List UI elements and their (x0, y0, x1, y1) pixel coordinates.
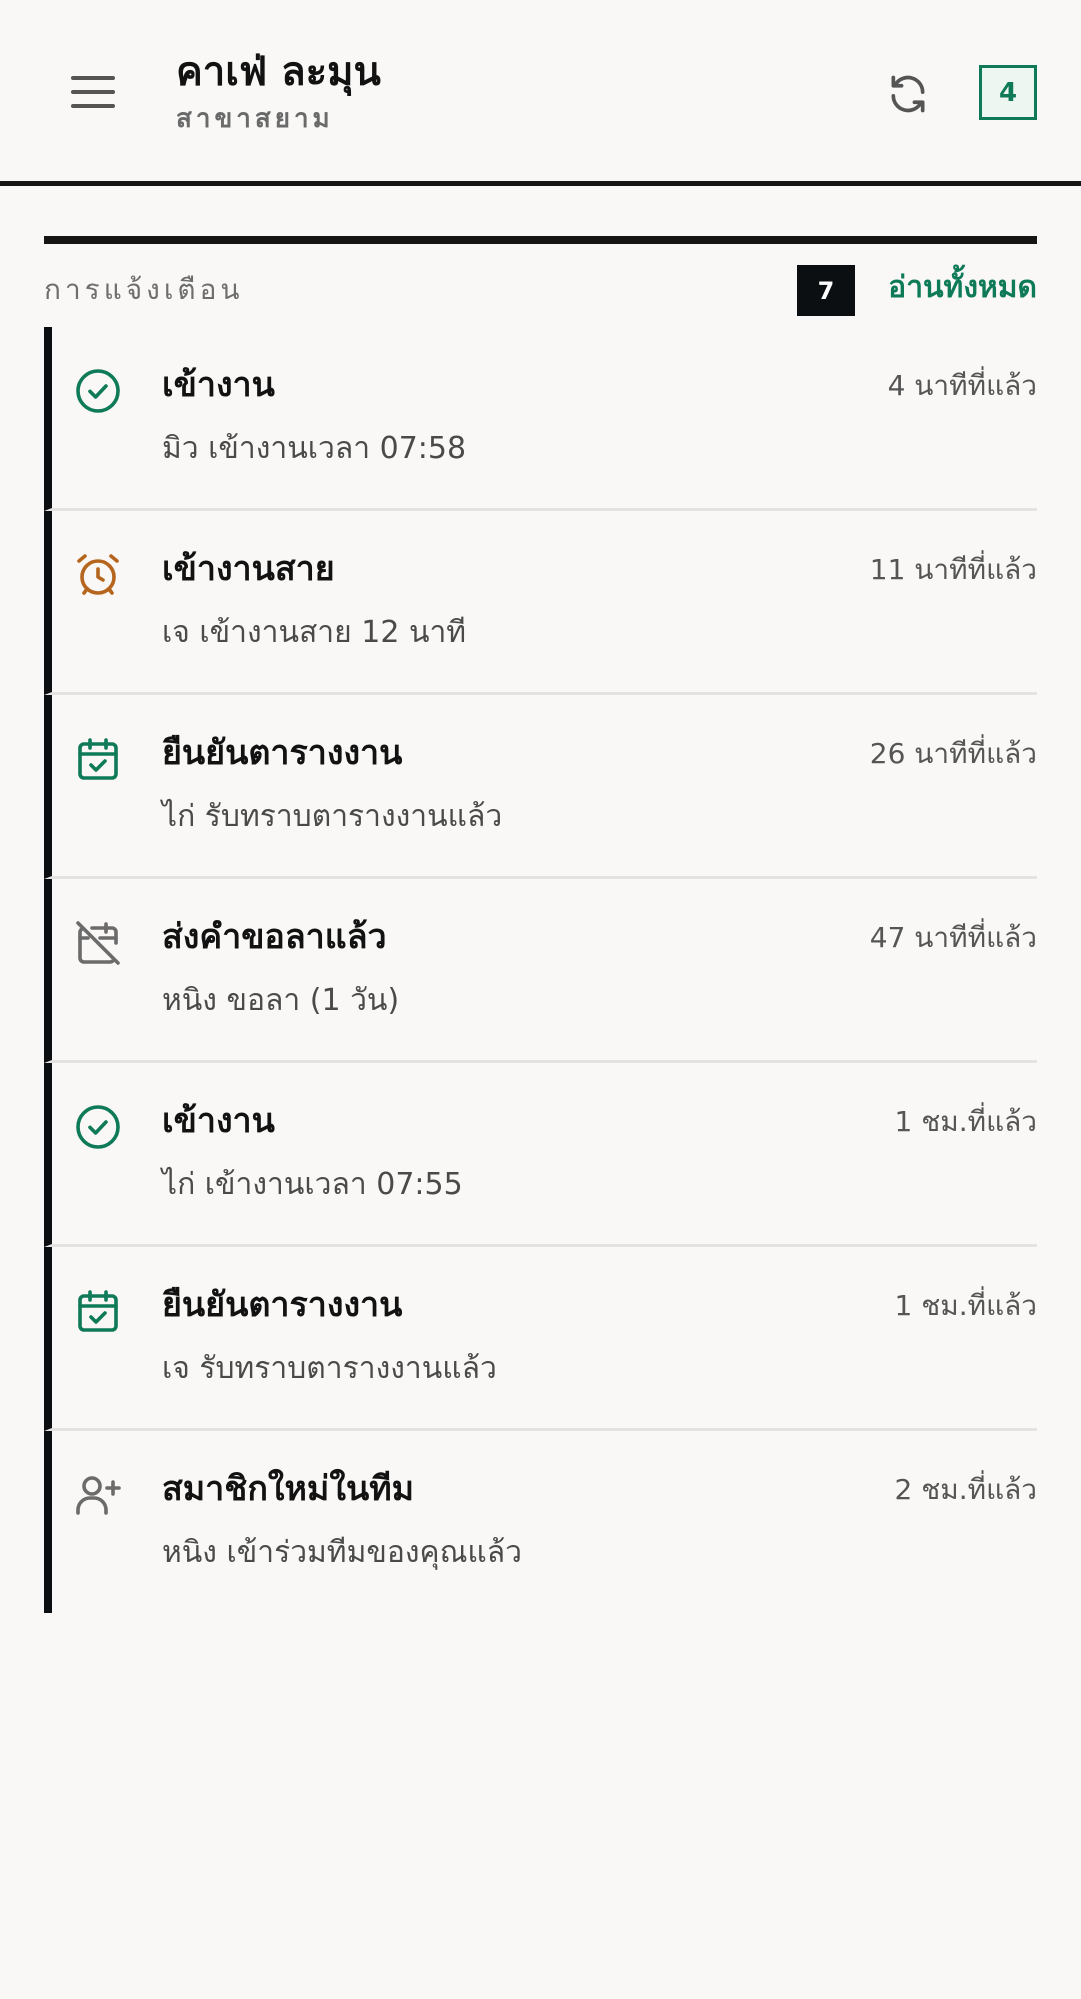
section-label: การแจ้งเตือน (44, 273, 244, 306)
notification-description: ไก่ เข้างานเวลา 07:55 (162, 1167, 463, 1202)
app-header: คาเฟ่ ละมุน สาขาสยาม 4 (0, 0, 1081, 186)
notification-item[interactable]: ส่งคำขอลาแล้ว 47 นาทีที่แล้ว หนิง ขอลา (… (44, 879, 1037, 1063)
calendar-off-icon (72, 917, 124, 969)
notification-title: สมาชิกใหม่ในทีม (162, 1469, 415, 1509)
notification-title: ยืนยันตารางงาน (162, 733, 403, 773)
notification-title: เข้างาน (162, 365, 275, 405)
hamburger-menu-icon (71, 76, 115, 108)
notification-description: ไก่ รับทราบตารางงานแล้ว (162, 799, 503, 834)
refresh-button[interactable] (882, 68, 934, 120)
calendar-check-icon (72, 1285, 124, 1337)
check-circle-icon (72, 1101, 124, 1153)
notification-item[interactable]: ยืนยันตารางงาน 26 นาทีที่แล้ว ไก่ รับทรา… (44, 695, 1037, 879)
refresh-icon (891, 75, 925, 113)
title-block: คาเฟ่ ละมุน สาขาสยาม (176, 46, 381, 136)
notification-description: หนิง ขอลา (1 วัน) (162, 983, 400, 1018)
notification-description: เจ เข้างานสาย 12 นาที (162, 615, 467, 650)
notification-time: 4 นาทีที่แล้ว (887, 369, 1037, 402)
unread-count-badge: 7 (797, 265, 855, 316)
notification-count-badge[interactable]: 4 (979, 65, 1037, 120)
notification-time: 1 ชม.ที่แล้ว (894, 1105, 1037, 1138)
notification-item[interactable]: เข้างาน 4 นาทีที่แล้ว มิว เข้างานเวลา 07… (44, 327, 1037, 511)
notification-time: 11 นาทีที่แล้ว (869, 553, 1037, 586)
notification-time: 2 ชม.ที่แล้ว (894, 1473, 1037, 1506)
notification-time: 26 นาทีที่แล้ว (869, 737, 1037, 770)
notification-item[interactable]: สมาชิกใหม่ในทีม 2 ชม.ที่แล้ว หนิง เข้าร่… (44, 1431, 1037, 1613)
alarm-clock-icon (72, 549, 124, 601)
user-plus-icon (72, 1469, 124, 1521)
notification-title: ส่งคำขอลาแล้ว (162, 917, 387, 957)
notification-item[interactable]: ยืนยันตารางงาน 1 ชม.ที่แล้ว เจ รับทราบตา… (44, 1247, 1037, 1431)
branch-subtitle: สาขาสยาม (176, 104, 334, 134)
notification-title: เข้างาน (162, 1101, 275, 1141)
notification-description: หนิง เข้าร่วมทีมของคุณแล้ว (162, 1535, 522, 1570)
notification-title: เข้างานสาย (162, 549, 335, 589)
notification-time: 1 ชม.ที่แล้ว (894, 1289, 1037, 1322)
notification-list: เข้างาน 4 นาทีที่แล้ว มิว เข้างานเวลา 07… (44, 327, 1037, 1613)
mark-all-read-button[interactable]: อ่านทั้งหมด (888, 268, 1037, 308)
notification-title: ยืนยันตารางงาน (162, 1285, 403, 1325)
notification-item[interactable]: เข้างาน 1 ชม.ที่แล้ว ไก่ เข้างานเวลา 07:… (44, 1063, 1037, 1247)
calendar-check-icon (72, 733, 124, 785)
check-circle-icon (72, 365, 124, 417)
menu-button[interactable] (62, 66, 124, 118)
section-divider (44, 236, 1037, 244)
notification-time: 47 นาทีที่แล้ว (869, 921, 1037, 954)
notification-description: มิว เข้างานเวลา 07:58 (162, 431, 467, 466)
app-title: คาเฟ่ ละมุน (176, 49, 381, 95)
notification-item[interactable]: เข้างานสาย 11 นาทีที่แล้ว เจ เข้างานสาย … (44, 511, 1037, 695)
notification-description: เจ รับทราบตารางงานแล้ว (162, 1351, 497, 1386)
